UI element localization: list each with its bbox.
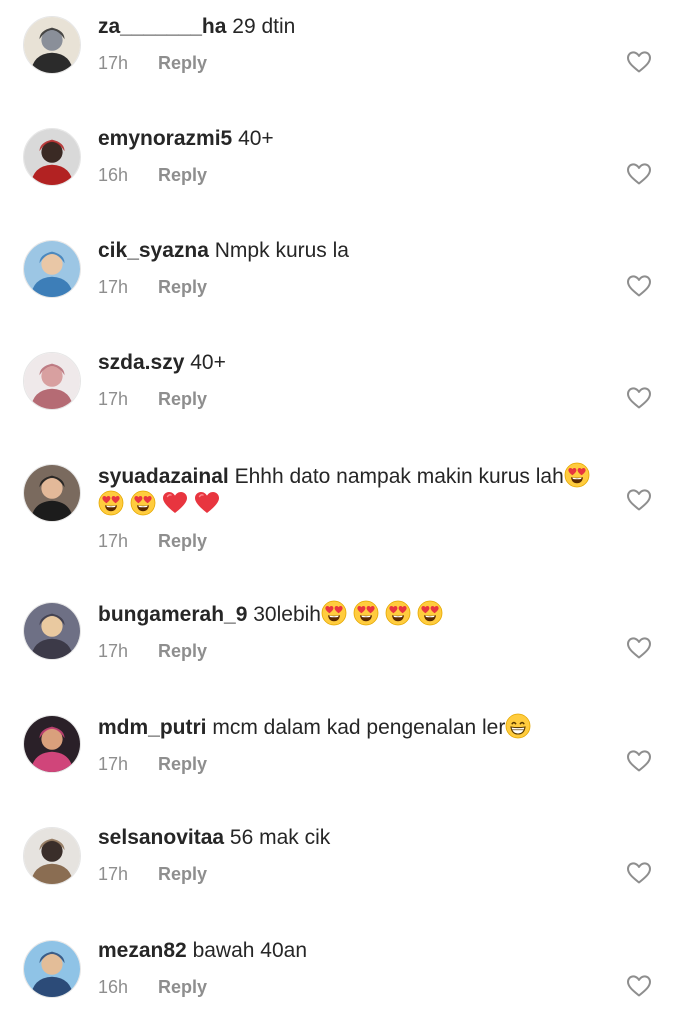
comment-timestamp: 16h — [98, 165, 129, 185]
comment-text-line: cik_syazna Nmpk kurus la — [98, 238, 603, 264]
comment-body: syuadazainal Ehhh dato nampak makin kuru… — [98, 462, 603, 552]
reply-button[interactable]: Reply — [158, 977, 207, 997]
comment-username[interactable]: bungamerah_9 — [98, 603, 247, 626]
comment-body: cik_syazna Nmpk kurus la 17h Reply — [98, 238, 603, 298]
reply-button[interactable]: Reply — [158, 864, 207, 884]
comment-username[interactable]: mdm_putri — [98, 716, 207, 739]
avatar[interactable] — [23, 715, 81, 773]
heart-eyes-emoji — [385, 600, 411, 626]
comment-timestamp: 17h — [98, 641, 129, 661]
comment-text-line: emynorazmi5 40+ — [98, 126, 603, 152]
comment-body: bungamerah_9 30lebih 17h Reply — [98, 600, 603, 662]
comment-text: Nmpk kurus la — [214, 239, 349, 262]
heart-eyes-emoji — [98, 490, 124, 516]
comment-body: za_______ha 29 dtin 17h Reply — [98, 14, 603, 74]
like-heart-icon[interactable] — [626, 861, 652, 885]
comment-timestamp: 17h — [98, 277, 129, 297]
comment-meta: 16h Reply — [98, 164, 603, 186]
like-heart-icon[interactable] — [626, 386, 652, 410]
reply-button[interactable]: Reply — [158, 754, 207, 774]
comment-text: 40+ — [238, 127, 274, 150]
comment-timestamp: 17h — [98, 864, 129, 884]
comment-meta: 17h Reply — [98, 530, 603, 552]
reply-button[interactable]: Reply — [158, 277, 207, 297]
comment-text: Ehhh dato nampak makin kurus lah — [234, 465, 564, 488]
comment-text-line: selsanovitaa 56 mak cik — [98, 825, 603, 851]
comment-meta: 17h Reply — [98, 640, 603, 662]
comment-text: 40+ — [190, 351, 226, 374]
grinning-emoji — [505, 713, 531, 739]
avatar[interactable] — [23, 827, 81, 885]
comment-text-line: za_______ha 29 dtin — [98, 14, 603, 40]
heart-eyes-emoji — [321, 600, 347, 626]
avatar[interactable] — [23, 128, 81, 186]
comment-username[interactable]: syuadazainal — [98, 465, 229, 488]
comment-meta: 17h Reply — [98, 388, 603, 410]
reply-button[interactable]: Reply — [158, 641, 207, 661]
heart-eyes-emoji — [417, 600, 443, 626]
comment-username[interactable]: za_______ha — [98, 15, 226, 38]
comment-username[interactable]: selsanovitaa — [98, 826, 224, 849]
comment-body: emynorazmi5 40+ 16h Reply — [98, 126, 603, 186]
reply-button[interactable]: Reply — [158, 165, 207, 185]
comment-body: szda.szy 40+ 17h Reply — [98, 350, 603, 410]
reply-button[interactable]: Reply — [158, 389, 207, 409]
reply-button[interactable]: Reply — [158, 53, 207, 73]
comment-meta: 16h Reply — [98, 976, 603, 998]
comment-meta: 17h Reply — [98, 52, 603, 74]
avatar[interactable] — [23, 16, 81, 74]
avatar[interactable] — [23, 240, 81, 298]
comment-timestamp: 17h — [98, 754, 129, 774]
heart-eyes-emoji — [564, 462, 590, 488]
comment-text-line: syuadazainal Ehhh dato nampak makin kuru… — [98, 462, 603, 518]
like-heart-icon[interactable] — [626, 636, 652, 660]
avatar[interactable] — [23, 940, 81, 998]
comment-text: mcm dalam kad pengenalan ler — [212, 716, 506, 739]
comment-list: za_______ha 29 dtin 17h Reply emynorazmi5 4… — [0, 0, 691, 1024]
comment-body: mdm_putri mcm dalam kad pengenalan ler 17… — [98, 713, 603, 775]
comment-username[interactable]: mezan82 — [98, 939, 187, 962]
comment-body: mezan82 bawah 40an 16h Reply — [98, 938, 603, 998]
like-heart-icon[interactable] — [626, 50, 652, 74]
comment-meta: 17h Reply — [98, 863, 603, 885]
comment-timestamp: 17h — [98, 389, 129, 409]
comment-text: 30lebih — [253, 603, 321, 626]
like-heart-icon[interactable] — [626, 488, 652, 512]
comment-username[interactable]: emynorazmi5 — [98, 127, 232, 150]
like-heart-icon[interactable] — [626, 974, 652, 998]
comment-text-line: mdm_putri mcm dalam kad pengenalan ler — [98, 713, 603, 741]
avatar[interactable] — [23, 464, 81, 522]
like-heart-icon[interactable] — [626, 162, 652, 186]
comment-meta: 17h Reply — [98, 753, 603, 775]
heart-eyes-emoji — [353, 600, 379, 626]
comment-text-line: bungamerah_9 30lebih — [98, 600, 603, 628]
comment-username[interactable]: szda.szy — [98, 351, 184, 374]
comment-timestamp: 17h — [98, 531, 129, 551]
comment-text: 56 mak cik — [229, 826, 331, 849]
like-heart-icon[interactable] — [626, 274, 652, 298]
comment-meta: 17h Reply — [98, 276, 603, 298]
comment-text-line: szda.szy 40+ — [98, 350, 603, 376]
comment-text-line: mezan82 bawah 40an — [98, 938, 603, 964]
comment-text: 29 dtin — [232, 15, 296, 38]
red-heart-emoji — [194, 490, 220, 516]
comment-username[interactable]: cik_syazna — [98, 239, 209, 262]
like-heart-icon[interactable] — [626, 749, 652, 773]
comment-text: bawah 40an — [192, 939, 307, 962]
comment-timestamp: 17h — [98, 53, 129, 73]
comment-body: selsanovitaa 56 mak cik 17h Reply — [98, 825, 603, 885]
red-heart-emoji — [162, 490, 188, 516]
avatar[interactable] — [23, 602, 81, 660]
comment-timestamp: 16h — [98, 977, 129, 997]
reply-button[interactable]: Reply — [158, 531, 207, 551]
avatar[interactable] — [23, 352, 81, 410]
heart-eyes-emoji — [130, 490, 156, 516]
